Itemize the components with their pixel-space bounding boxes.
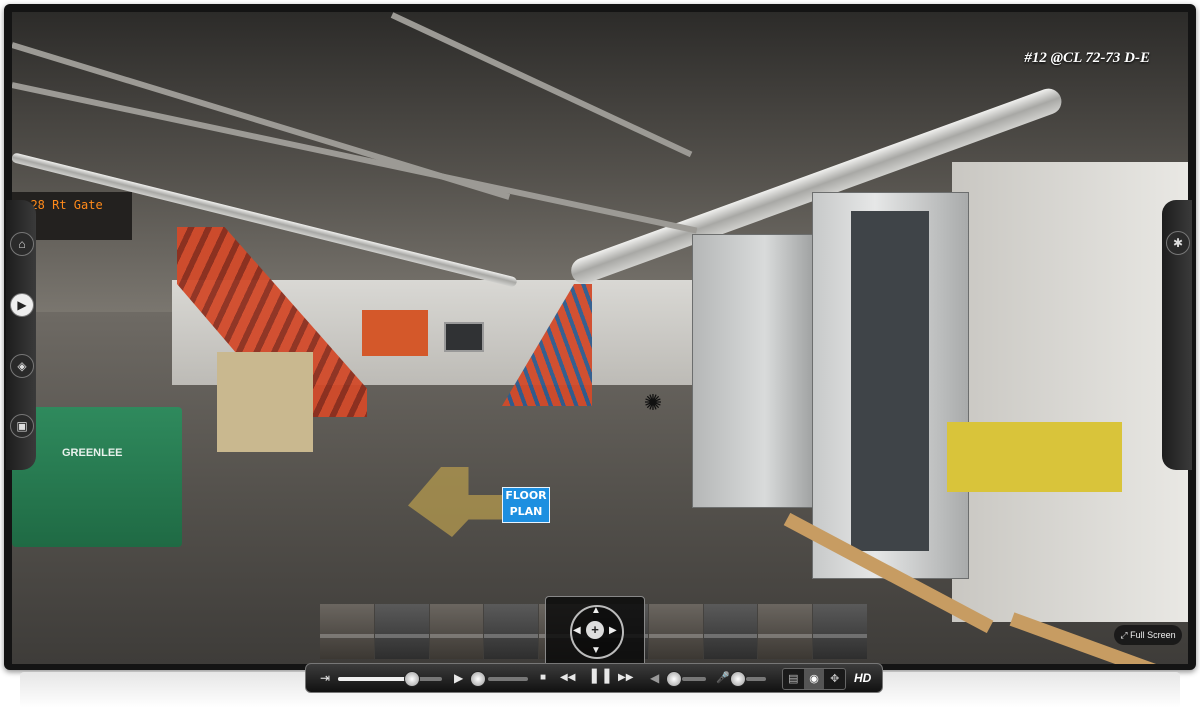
orange-panel <box>362 310 428 356</box>
control-bar: ⇥ ▶ ■ ◀◀ ❚❚ ▶▶ ◀ 🎤 ▤ ◉ ✥ HD <box>305 663 883 693</box>
cabinet-interior <box>851 211 929 551</box>
toolbox-label: GREENLEE <box>62 447 123 459</box>
scene-thumbnail[interactable] <box>703 604 758 659</box>
rewind-icon[interactable]: ◀◀ <box>560 671 575 685</box>
scene-thumbnail[interactable] <box>648 604 703 659</box>
stop-icon[interactable]: ■ <box>540 671 546 685</box>
hotspot-line: FLOOR <box>505 489 547 502</box>
fullscreen-button[interactable]: ⤢ Full Screen <box>1114 625 1182 645</box>
hotspot-line: PLAN <box>509 505 543 518</box>
pause-icon[interactable]: ❚❚ <box>588 668 613 683</box>
floor-plan-hotspot[interactable]: FLOOR PLAN <box>502 487 550 523</box>
seek-track[interactable] <box>488 677 528 681</box>
fast-forward-icon[interactable]: ▶▶ <box>618 671 633 685</box>
sphere-mode-icon[interactable]: ◉ <box>803 669 825 689</box>
right-sidebar: ✱ <box>1162 200 1192 470</box>
right-wall <box>952 162 1188 622</box>
scene-thumbnail[interactable] <box>758 604 813 659</box>
home-icon[interactable]: ⌂ <box>10 232 34 256</box>
volume-knob[interactable] <box>666 671 682 687</box>
view-mode-group: ▤ ◉ ✥ <box>782 668 846 690</box>
speed-slider-fill <box>338 677 411 681</box>
mic-track[interactable] <box>746 677 766 681</box>
list-mode-icon[interactable]: ▤ <box>783 669 804 689</box>
fullscreen-icon: ⤢ <box>1120 630 1131 640</box>
seek-knob[interactable] <box>470 671 486 687</box>
pan-left-icon[interactable]: ◀ <box>573 625 581 636</box>
panorama-viewport[interactable]: 1:28 Rt Gate GREENLEE #12 @CL 72-73 D-E <box>12 12 1188 664</box>
scene-thumbnail[interactable] <box>429 604 484 659</box>
hd-badge[interactable]: HD <box>854 671 871 685</box>
electrical-cabinet <box>692 234 814 508</box>
pan-down-icon[interactable]: ▼ <box>591 645 601 656</box>
scene-thumbnail[interactable] <box>320 604 374 659</box>
play-icon[interactable]: ▶ <box>10 293 34 317</box>
zoom-in-icon[interactable]: + <box>586 621 604 639</box>
yellow-structure <box>947 422 1122 492</box>
mic-knob[interactable] <box>730 671 746 687</box>
fullscreen-label: Full Screen <box>1130 630 1176 640</box>
step-forward-icon[interactable]: ▶ <box>454 671 463 685</box>
desk <box>217 352 313 452</box>
photo-icon[interactable]: ▣ <box>10 414 34 438</box>
volume-icon[interactable]: ◀ <box>650 671 659 685</box>
microphone-icon[interactable]: 🎤 <box>716 671 730 685</box>
volume-track[interactable] <box>682 677 706 681</box>
loading-spinner-icon: ✺ <box>643 390 663 415</box>
move-mode-icon[interactable]: ✥ <box>824 669 845 689</box>
map-icon[interactable]: ◈ <box>10 354 34 378</box>
pan-right-icon[interactable]: ▶ <box>609 625 617 636</box>
speed-slider-knob[interactable] <box>403 671 420 687</box>
scene-caption: #12 @CL 72-73 D-E <box>1024 50 1150 66</box>
navigation-pad: ▲ ▼ ◀ ▶ + <box>545 596 645 670</box>
green-toolbox: GREENLEE <box>12 407 182 547</box>
wall-window <box>444 322 484 352</box>
settings-icon[interactable]: ✱ <box>1166 231 1190 255</box>
left-sidebar: ⌂ ▶ ◈ ▣ <box>6 200 36 470</box>
speed-slider[interactable] <box>338 677 442 681</box>
scene-thumbnail[interactable] <box>813 604 867 659</box>
autorotate-icon[interactable]: ⇥ <box>320 671 330 685</box>
scene-thumbnail[interactable] <box>374 604 429 659</box>
pan-up-icon[interactable]: ▲ <box>591 605 601 616</box>
scene-thumbnail[interactable] <box>484 604 539 659</box>
electrical-cabinet <box>812 192 969 579</box>
